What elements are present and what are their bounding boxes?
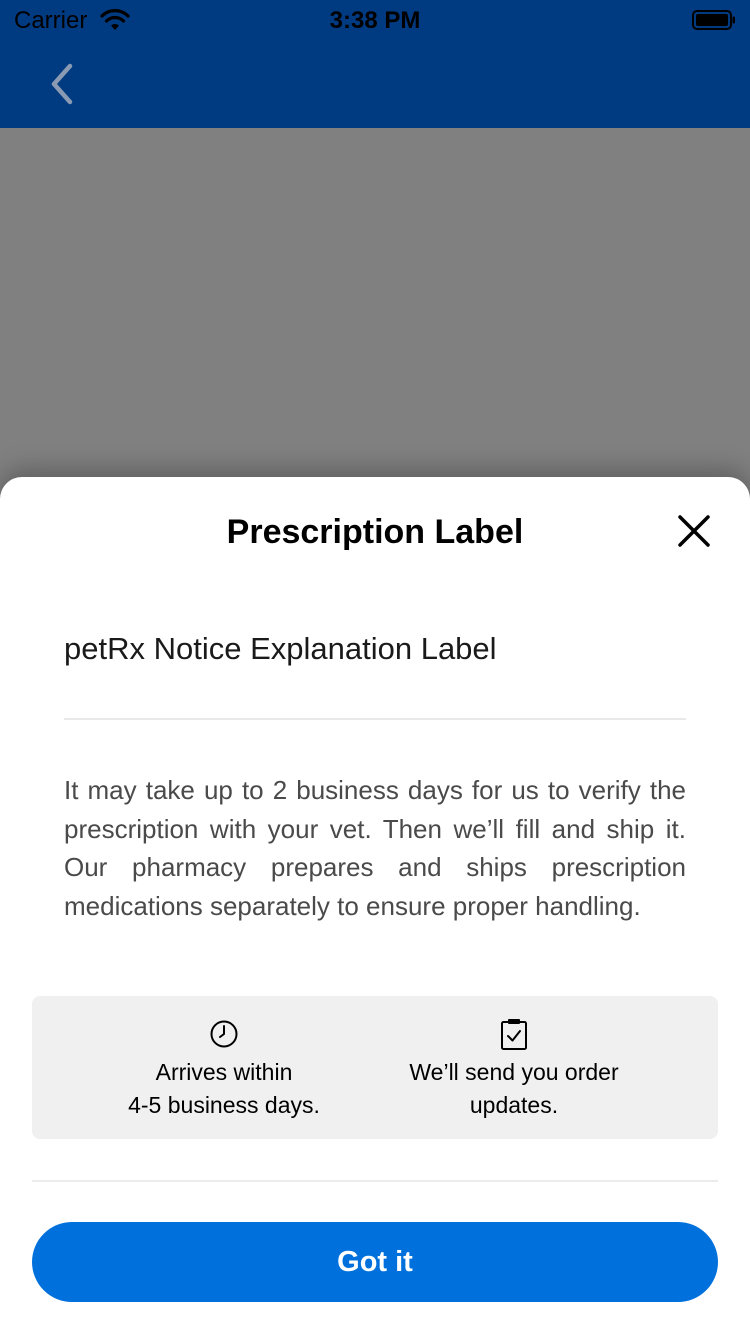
got-it-button[interactable]: Got it	[32, 1222, 718, 1302]
close-icon[interactable]	[676, 513, 712, 549]
status-bar: Carrier 3:38 PM	[0, 0, 750, 40]
chevron-left-icon[interactable]	[44, 60, 80, 108]
notice-body: It may take up to 2 business days for us…	[64, 775, 686, 921]
bottom-sheet: Prescription Label petRx Notice Explanat…	[0, 477, 750, 1334]
info-box: Arrives within 4-5 business days. We’ll …	[32, 996, 718, 1139]
delivery-line-1: Arrives within	[155, 1059, 293, 1085]
updates-line-1: We’ll send you order	[409, 1059, 619, 1085]
navigation-bar: Carrier 3:38 PM	[0, 0, 750, 128]
updates-info: We’ll send you order updates.	[374, 1018, 654, 1122]
updates-line-2: updates.	[469, 1092, 559, 1118]
divider	[32, 1180, 718, 1182]
clipboard-check-icon	[501, 1019, 527, 1050]
battery-icon	[692, 10, 735, 30]
notice-subtitle: petRx Notice Explanation Label	[64, 631, 497, 666]
screen: Carrier 3:38 PM Prescription Label petRx…	[0, 0, 750, 1334]
divider	[64, 718, 686, 720]
sheet-title: Prescription Label	[226, 513, 524, 551]
delivery-info: Arrives within 4-5 business days.	[84, 1018, 364, 1122]
dimmed-backdrop[interactable]	[0, 128, 750, 528]
delivery-line-2: 4-5 business days.	[128, 1092, 320, 1118]
status-time: 3:38 PM	[329, 7, 421, 34]
clock-icon	[210, 1020, 238, 1048]
